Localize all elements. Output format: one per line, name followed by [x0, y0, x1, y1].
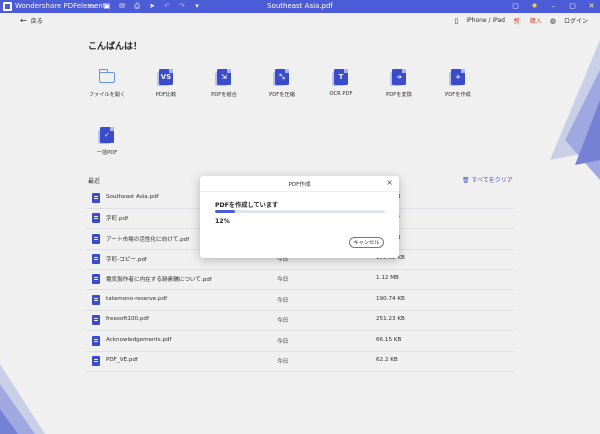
dropdown-icon[interactable]: ▾ [193, 1, 201, 12]
dialog-divider [200, 191, 399, 192]
dialog-title: PDF作成 [288, 182, 311, 188]
brightness-icon[interactable]: ✹ [530, 1, 539, 12]
title-bar: Wondershare PDFelement ▭ ▣ ✉ ⎙ ➤ ↶ ↷ ▾ S… [0, 0, 600, 13]
print-icon[interactable]: ⎙ [133, 1, 141, 12]
dialog-close-icon[interactable]: × [386, 178, 393, 187]
app-logo-icon [3, 2, 12, 11]
create-pdf-dialog: PDF作成 × PDFを作成しています 12% キャンセル [200, 176, 399, 258]
restore-icon[interactable]: ▢ [568, 1, 577, 12]
share-icon[interactable]: ➤ [148, 1, 156, 12]
cancel-button[interactable]: キャンセル [349, 237, 384, 248]
progress-bar [215, 210, 385, 213]
progress-percent: 12% [215, 218, 230, 225]
feedback-icon[interactable]: ▢ [511, 1, 520, 12]
folder-icon[interactable]: ▭ [88, 1, 96, 12]
quick-toolbar: ▭ ▣ ✉ ⎙ ➤ ↶ ↷ ▾ [88, 1, 201, 12]
dialog-message: PDFを作成しています [215, 202, 279, 209]
minimize-icon[interactable]: – [549, 1, 558, 12]
redo-icon[interactable]: ↷ [178, 1, 186, 12]
close-icon[interactable]: ✕ [587, 1, 596, 12]
window-controls: ▢ ✹ – ▢ ✕ [511, 1, 596, 12]
save-icon[interactable]: ▣ [103, 1, 111, 12]
progress-fill [215, 210, 236, 213]
undo-icon[interactable]: ↶ [163, 1, 171, 12]
mail-icon[interactable]: ✉ [118, 1, 126, 12]
